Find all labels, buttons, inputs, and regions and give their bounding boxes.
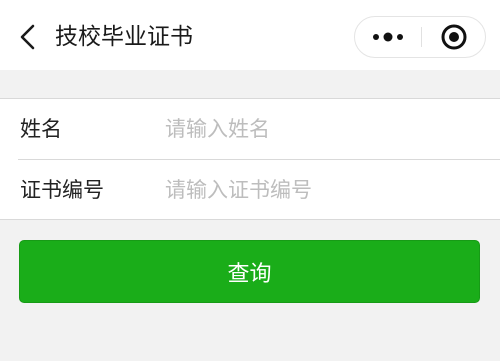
page-title: 技校毕业证书 <box>55 24 193 50</box>
name-row: 姓名 <box>0 99 500 159</box>
navigation-bar: 技校毕业证书 <box>0 0 500 70</box>
cert-number-label: 证书编号 <box>20 178 104 202</box>
cert-number-row: 证书编号 <box>0 160 500 220</box>
chevron-left-icon <box>20 24 35 50</box>
close-button[interactable] <box>422 17 486 57</box>
target-icon <box>441 24 467 50</box>
query-button[interactable]: 查询 <box>19 240 480 303</box>
query-form: 姓名 证书编号 <box>0 98 500 220</box>
mini-program-capsule <box>354 16 486 58</box>
cert-number-input[interactable] <box>165 172 485 208</box>
name-label: 姓名 <box>20 117 62 141</box>
more-button[interactable] <box>355 17 421 57</box>
back-button[interactable] <box>18 24 40 50</box>
name-input[interactable] <box>165 111 485 147</box>
more-dots-icon <box>373 32 403 42</box>
